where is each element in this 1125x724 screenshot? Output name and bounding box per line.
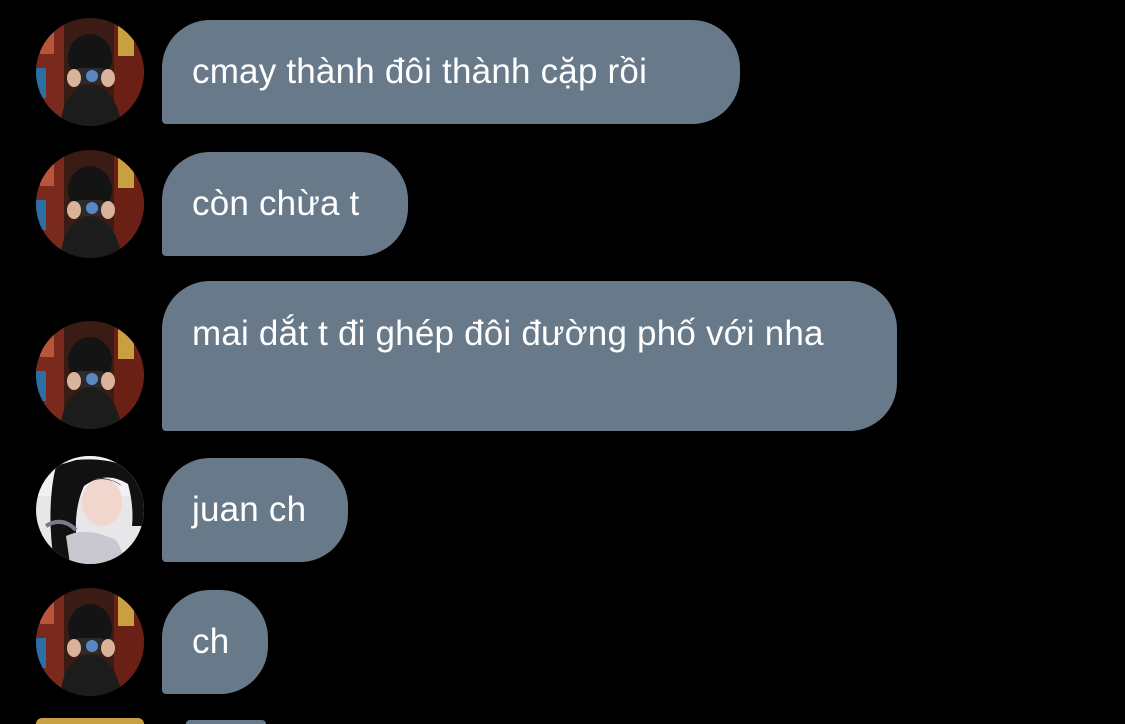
message-row: cmay thành đôi thành cặp rồi (0, 18, 1125, 126)
message-bubble[interactable]: juan ch (162, 458, 348, 562)
avatar-camera-icon (36, 150, 144, 258)
message-row: còn chừa t (0, 150, 1125, 258)
message-bubble[interactable] (186, 720, 266, 724)
message-bubble[interactable]: cmay thành đôi thành cặp rồi (162, 20, 740, 124)
avatar-camera-icon (36, 18, 144, 126)
message-row: mai dắt t đi ghép đôi đường phố với nha (0, 281, 1125, 431)
message-text: còn chừa t (192, 184, 360, 223)
avatar-camera-icon (36, 588, 144, 696)
message-bubble[interactable]: ch (162, 590, 268, 694)
message-row-partial (0, 718, 1125, 724)
message-text: juan ch (192, 490, 307, 529)
message-bubble[interactable]: còn chừa t (162, 152, 408, 256)
message-row: juan ch (0, 456, 1125, 564)
avatar[interactable] (36, 588, 144, 696)
avatar-portrait-icon (36, 456, 144, 564)
avatar[interactable] (36, 718, 144, 724)
avatar[interactable] (36, 321, 144, 429)
avatar[interactable] (36, 456, 144, 564)
avatar[interactable] (36, 18, 144, 126)
avatar[interactable] (36, 150, 144, 258)
message-text: ch (192, 622, 230, 661)
message-bubble[interactable]: mai dắt t đi ghép đôi đường phố với nha (162, 281, 897, 431)
message-row: ch (0, 588, 1125, 696)
message-text: cmay thành đôi thành cặp rồi (192, 52, 648, 91)
message-text: mai dắt t đi ghép đôi đường phố với nha (192, 314, 824, 353)
avatar-camera-icon (36, 321, 144, 429)
